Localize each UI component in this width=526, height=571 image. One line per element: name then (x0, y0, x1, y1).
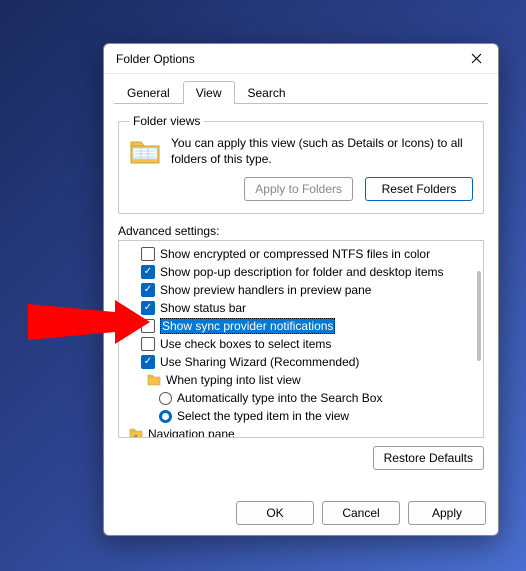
advanced-settings-label: Advanced settings: (118, 224, 484, 238)
apply-button[interactable]: Apply (408, 501, 486, 525)
option-label: Show sync provider notifications (160, 318, 335, 334)
folder-options-dialog: Folder Options General View Search Folde… (103, 43, 499, 536)
radio-option[interactable]: Automatically type into the Search Box (125, 389, 483, 407)
checkbox-icon[interactable] (141, 283, 155, 297)
checkbox-icon[interactable] (141, 319, 155, 333)
option-label: Show pop-up description for folder and d… (160, 265, 444, 279)
tree-group[interactable]: When typing into list view (125, 371, 483, 389)
option-label: Automatically type into the Search Box (177, 391, 382, 405)
apply-to-folders-button[interactable]: Apply to Folders (244, 177, 353, 201)
checkbox-icon[interactable] (141, 265, 155, 279)
tab-body-view: Folder views You can apply this view (su… (104, 104, 498, 470)
folder-icon (129, 138, 161, 166)
checkbox-icon[interactable] (141, 337, 155, 351)
folder-icon (147, 374, 161, 386)
option-label: Use check boxes to select items (160, 337, 331, 351)
tab-view[interactable]: View (183, 81, 235, 104)
close-button[interactable] (460, 47, 492, 71)
check-option[interactable]: Show status bar (125, 299, 483, 317)
option-label: Show status bar (160, 301, 246, 315)
restore-defaults-button[interactable]: Restore Defaults (373, 446, 484, 470)
radio-icon[interactable] (159, 410, 172, 423)
check-option[interactable]: Show preview handlers in preview pane (125, 281, 483, 299)
option-label: Show encrypted or compressed NTFS files … (160, 247, 430, 261)
scrollbar-thumb[interactable] (477, 271, 481, 361)
tab-general[interactable]: General (114, 81, 183, 104)
tab-search[interactable]: Search (235, 81, 299, 104)
checkbox-icon[interactable] (141, 355, 155, 369)
tab-strip: General View Search (114, 80, 488, 104)
radio-option[interactable]: Select the typed item in the view (125, 407, 483, 425)
close-icon (471, 53, 482, 64)
check-option[interactable]: Show pop-up description for folder and d… (125, 263, 483, 281)
checkbox-icon[interactable] (141, 301, 155, 315)
tree-group[interactable]: Navigation pane (125, 425, 483, 438)
nav-pane-icon (129, 428, 143, 438)
check-option[interactable]: Use check boxes to select items (125, 335, 483, 353)
advanced-settings-list[interactable]: Show encrypted or compressed NTFS files … (118, 240, 484, 438)
window-title: Folder Options (116, 52, 460, 66)
check-option[interactable]: Show sync provider notifications (125, 317, 483, 335)
radio-icon[interactable] (159, 392, 172, 405)
folder-views-group: Folder views You can apply this view (su… (118, 114, 484, 214)
ok-button[interactable]: OK (236, 501, 314, 525)
group-label: Navigation pane (148, 427, 235, 438)
option-label: Use Sharing Wizard (Recommended) (160, 355, 359, 369)
folder-views-text: You can apply this view (such as Details… (171, 136, 473, 167)
reset-folders-button[interactable]: Reset Folders (365, 177, 473, 201)
group-label: When typing into list view (166, 373, 301, 387)
checkbox-icon[interactable] (141, 247, 155, 261)
check-option[interactable]: Use Sharing Wizard (Recommended) (125, 353, 483, 371)
option-label: Select the typed item in the view (177, 409, 349, 423)
folder-views-legend: Folder views (129, 114, 204, 128)
option-label: Show preview handlers in preview pane (160, 283, 371, 297)
dialog-buttons: OK Cancel Apply (236, 501, 486, 525)
check-option[interactable]: Show encrypted or compressed NTFS files … (125, 245, 483, 263)
cancel-button[interactable]: Cancel (322, 501, 400, 525)
titlebar: Folder Options (104, 44, 498, 74)
